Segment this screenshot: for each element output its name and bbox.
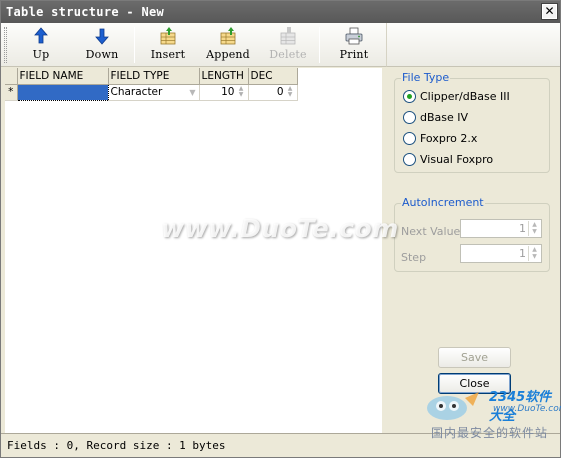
arrow-down-icon <box>95 28 109 45</box>
field-name-cell[interactable] <box>16 83 109 101</box>
step-input[interactable]: 1 ▲ ▼ <box>460 244 542 263</box>
column-header-field-name[interactable]: FIELD NAME <box>17 68 109 85</box>
insert-button[interactable]: Insert <box>145 26 191 64</box>
next-value: 1 <box>519 222 526 235</box>
toolbar-grip[interactable] <box>4 27 7 63</box>
column-header-field-type[interactable]: FIELD TYPE <box>108 68 200 85</box>
arrow-up-icon <box>34 27 48 44</box>
autoincrement-legend: AutoIncrement <box>401 196 485 209</box>
field-type-cell[interactable]: Character ▼ <box>108 84 200 101</box>
column-header-dec[interactable]: DEC <box>248 68 298 85</box>
append-button[interactable]: Append <box>205 26 251 64</box>
step-value: 1 <box>519 247 526 260</box>
field-type-value: Character <box>110 85 163 98</box>
radio-button[interactable] <box>403 132 416 145</box>
radio-label: Clipper/dBase III <box>420 90 510 103</box>
spin-down-icon[interactable]: ▼ <box>286 91 295 98</box>
dec-value: 0 <box>276 85 284 98</box>
print-label: Print <box>339 48 369 61</box>
step-spinner[interactable]: ▲ ▼ <box>528 246 540 261</box>
file-type-group: File Type Clipper/dBase III dBase IV Fox… <box>394 71 550 173</box>
append-row-icon <box>220 27 236 45</box>
delete-row-icon <box>280 27 296 45</box>
radio-label: Visual Foxpro <box>420 153 494 166</box>
insert-label: Insert <box>150 48 186 61</box>
radio-label: dBase IV <box>420 111 469 124</box>
watermark-caption: 国内最安全的软件站 <box>431 426 549 440</box>
title-bar[interactable]: Table structure - New ✕ <box>1 1 560 23</box>
spin-down-icon[interactable]: ▼ <box>529 228 540 235</box>
length-spinner[interactable]: ▲ ▼ <box>237 85 246 99</box>
radio-dbase4[interactable]: dBase IV <box>403 110 468 126</box>
mascot-icon <box>427 392 479 420</box>
delete-label: Delete <box>269 48 307 61</box>
dec-cell[interactable]: 0 ▲ ▼ <box>248 84 298 101</box>
radio-button[interactable] <box>403 153 416 166</box>
watermark-logo: 2345软件大全 www.DuoTe.com 国内最安全的软件站 <box>421 386 561 440</box>
next-value-input[interactable]: 1 ▲ ▼ <box>460 219 542 238</box>
column-header-length[interactable]: LENGTH <box>199 68 249 85</box>
step-label: Step <box>401 251 427 264</box>
insert-row-icon <box>160 27 176 45</box>
table-row[interactable]: * Character ▼ 10 ▲ ▼ 0 ▲ ▼ <box>5 83 298 101</box>
watermark-text: www.DuoTe.com <box>161 214 399 243</box>
spin-up-icon[interactable]: ▲ <box>529 246 540 253</box>
chevron-down-icon[interactable]: ▼ <box>189 85 195 100</box>
radio-visual-foxpro[interactable]: Visual Foxpro <box>403 152 493 168</box>
dec-spinner[interactable]: ▲ ▼ <box>286 85 295 99</box>
up-label: Up <box>32 48 50 61</box>
down-label: Down <box>85 48 119 61</box>
toolbar-separator <box>134 27 135 63</box>
options-panel: File Type Clipper/dBase III dBase IV Fox… <box>386 68 560 433</box>
save-button[interactable]: Save <box>438 347 511 368</box>
table-header-row: FIELD NAME FIELD TYPE LENGTH DEC <box>5 68 298 85</box>
toolbar: Up Down Insert Append Delete Print <box>1 23 386 67</box>
printer-icon <box>345 27 363 45</box>
close-window-button[interactable]: ✕ <box>541 3 558 20</box>
row-header-corner <box>5 68 18 85</box>
up-button[interactable]: Up <box>19 26 63 64</box>
autoincrement-group: AutoIncrement Next Value 1 ▲ ▼ Step 1 ▲ … <box>394 196 550 272</box>
radio-button[interactable] <box>403 111 416 124</box>
toolbar-separator <box>319 27 320 63</box>
down-button[interactable]: Down <box>79 26 125 64</box>
radio-foxpro2x[interactable]: Foxpro 2.x <box>403 131 477 147</box>
radio-button[interactable] <box>403 90 416 103</box>
table-structure-window: Table structure - New ✕ Up Down Insert A… <box>0 0 561 458</box>
append-label: Append <box>206 48 250 61</box>
length-value: 10 <box>221 85 235 98</box>
spin-up-icon[interactable]: ▲ <box>529 221 540 228</box>
radio-clipper-dbase3[interactable]: Clipper/dBase III <box>403 89 510 105</box>
next-value-label: Next Value <box>401 225 461 238</box>
spin-down-icon[interactable]: ▼ <box>529 253 540 260</box>
spin-down-icon[interactable]: ▼ <box>237 91 246 98</box>
print-button[interactable]: Print <box>331 26 377 64</box>
length-cell[interactable]: 10 ▲ ▼ <box>199 84 249 101</box>
delete-button[interactable]: Delete <box>265 26 311 64</box>
radio-label: Foxpro 2.x <box>420 132 478 145</box>
fields-table: FIELD NAME FIELD TYPE LENGTH DEC * Chara… <box>5 68 298 101</box>
watermark-logo-url: www.DuoTe.com <box>493 404 561 414</box>
status-text: Fields : 0, Record size : 1 bytes <box>7 439 226 452</box>
file-type-legend: File Type <box>401 71 451 84</box>
toolbar-extension <box>386 23 560 67</box>
window-title: Table structure - New <box>6 5 165 19</box>
row-marker: * <box>5 84 18 101</box>
close-icon: ✕ <box>544 4 555 18</box>
structure-grid[interactable]: FIELD NAME FIELD TYPE LENGTH DEC * Chara… <box>5 68 382 433</box>
next-value-spinner[interactable]: ▲ ▼ <box>528 221 540 236</box>
